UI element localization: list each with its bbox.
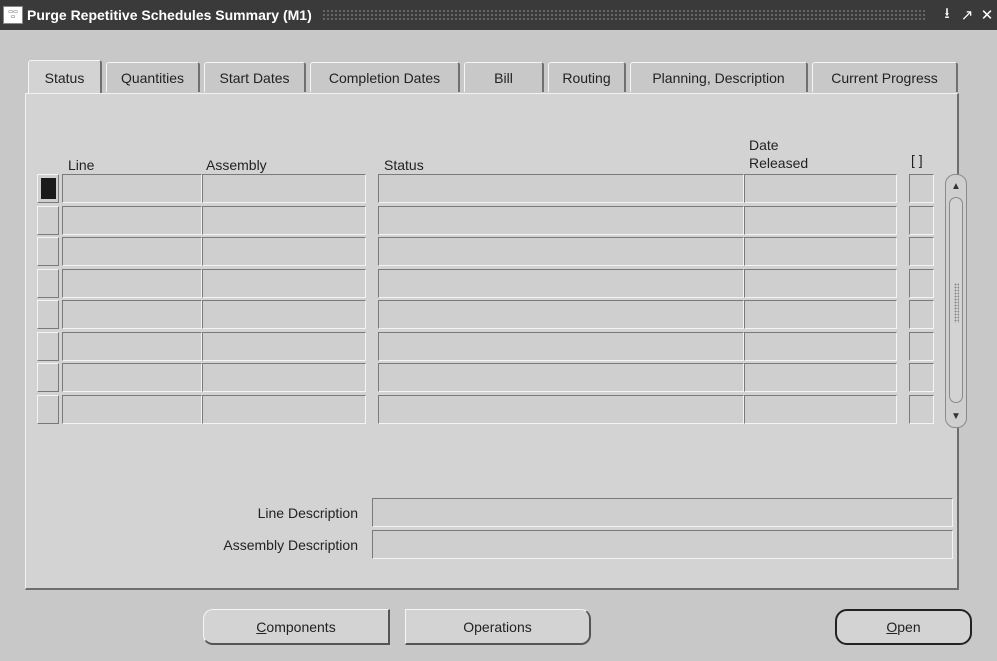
flexfield-cell[interactable] (909, 174, 934, 203)
column-header-date-released-line2: Released (749, 155, 809, 171)
scroll-down-icon[interactable]: ▼ (948, 408, 964, 424)
line-cell[interactable] (62, 331, 202, 361)
date-released-cell[interactable] (744, 237, 897, 266)
status-cell[interactable] (378, 237, 744, 266)
status-cell[interactable] (378, 205, 744, 235)
column-header-date-released-line1: Date (749, 137, 779, 153)
tab-completion-dates[interactable]: Completion Dates (310, 62, 460, 92)
tab-label: Planning, Description (652, 69, 785, 86)
assembly-cell[interactable] (202, 237, 366, 266)
components-button[interactable]: Components (203, 609, 390, 645)
status-cell[interactable] (378, 331, 744, 361)
maximize-icon[interactable]: ↗ (957, 6, 977, 24)
line-cell[interactable] (62, 363, 202, 392)
title-bar: ▭▭ ▭ Purge Repetitive Schedules Summary (… (0, 0, 997, 30)
minimize-icon[interactable]: ⭳ (937, 3, 957, 28)
flexfield-cell[interactable] (909, 331, 934, 361)
tab-label: Bill (494, 69, 513, 86)
tab-start-dates[interactable]: Start Dates (204, 62, 306, 92)
tab-label: Routing (562, 69, 611, 86)
tab-strip: Status Quantities Start Dates Completion… (28, 60, 962, 94)
row-selector[interactable] (37, 268, 59, 298)
tab-routing[interactable]: Routing (548, 62, 626, 92)
oracle-app-icon: ▭▭ ▭ (3, 6, 23, 24)
row-selector[interactable] (37, 394, 59, 424)
title-bar-pattern (321, 9, 927, 21)
line-description-label: Line Description (257, 505, 358, 521)
line-cell[interactable] (62, 174, 202, 203)
close-icon[interactable]: ✕ (977, 6, 997, 24)
assembly-description-label: Assembly Description (223, 537, 358, 553)
date-released-cell[interactable] (744, 174, 897, 203)
operations-label: Operations (463, 618, 532, 635)
row-selector[interactable] (37, 300, 59, 329)
line-cell[interactable] (62, 268, 202, 298)
assembly-cell[interactable] (202, 174, 366, 203)
open-button[interactable]: Open (835, 609, 972, 645)
date-released-cell[interactable] (744, 331, 897, 361)
components-label: omponents (266, 618, 336, 635)
flexfield-cell[interactable] (909, 300, 934, 329)
tab-status[interactable]: Status (28, 60, 102, 94)
tab-label: Status (44, 69, 85, 86)
operations-button[interactable]: Operations (405, 609, 591, 645)
date-released-cell[interactable] (744, 205, 897, 235)
scroll-thumb[interactable] (949, 197, 963, 403)
status-cell[interactable] (378, 268, 744, 298)
assembly-description-field[interactable] (372, 530, 953, 559)
assembly-cell[interactable] (202, 268, 366, 298)
status-cell[interactable] (378, 394, 744, 424)
row-selector[interactable] (37, 331, 59, 361)
flexfield-cell[interactable] (909, 394, 934, 424)
status-cell[interactable] (378, 174, 744, 203)
assembly-cell[interactable] (202, 300, 366, 329)
tab-bill[interactable]: Bill (464, 62, 544, 92)
tab-label: Quantities (120, 69, 185, 86)
date-released-cell[interactable] (744, 300, 897, 329)
assembly-cell[interactable] (202, 363, 366, 392)
table-scrollbar[interactable]: ▲ ▼ (945, 174, 967, 428)
date-released-cell[interactable] (744, 394, 897, 424)
column-header-line: Line (68, 157, 95, 173)
line-cell[interactable] (62, 300, 202, 329)
row-selector[interactable] (37, 205, 59, 235)
tab-current-progress[interactable]: Current Progress (812, 62, 958, 92)
status-cell[interactable] (378, 300, 744, 329)
status-cell[interactable] (378, 363, 744, 392)
flexfield-cell[interactable] (909, 268, 934, 298)
assembly-cell[interactable] (202, 394, 366, 424)
open-access-key: O (886, 619, 898, 635)
components-access-key: C (256, 618, 267, 635)
line-cell[interactable] (62, 394, 202, 424)
flexfield-cell[interactable] (909, 205, 934, 235)
date-released-cell[interactable] (744, 363, 897, 392)
column-header-status: Status (384, 157, 424, 173)
open-label: pen (897, 619, 921, 635)
line-cell[interactable] (62, 237, 202, 266)
scroll-up-icon[interactable]: ▲ (948, 178, 964, 194)
column-header-flexfield: [ ] (911, 152, 923, 168)
assembly-cell[interactable] (202, 205, 366, 235)
column-header-assembly: Assembly (206, 157, 267, 173)
tab-planning-description[interactable]: Planning, Description (630, 62, 808, 92)
row-selector[interactable] (37, 237, 59, 266)
assembly-cell[interactable] (202, 331, 366, 361)
tab-label: Current Progress (831, 69, 938, 86)
flexfield-cell[interactable] (909, 363, 934, 392)
grip-icon (954, 283, 959, 323)
row-selector[interactable] (37, 174, 59, 203)
window-title: Purge Repetitive Schedules Summary (M1) (27, 7, 312, 23)
line-cell[interactable] (62, 205, 202, 235)
tab-label: Start Dates (219, 69, 290, 86)
date-released-cell[interactable] (744, 268, 897, 298)
tab-label: Completion Dates (328, 69, 441, 86)
line-description-field[interactable] (372, 498, 953, 527)
row-selector[interactable] (37, 363, 59, 392)
tab-quantities[interactable]: Quantities (106, 62, 200, 92)
flexfield-cell[interactable] (909, 237, 934, 266)
